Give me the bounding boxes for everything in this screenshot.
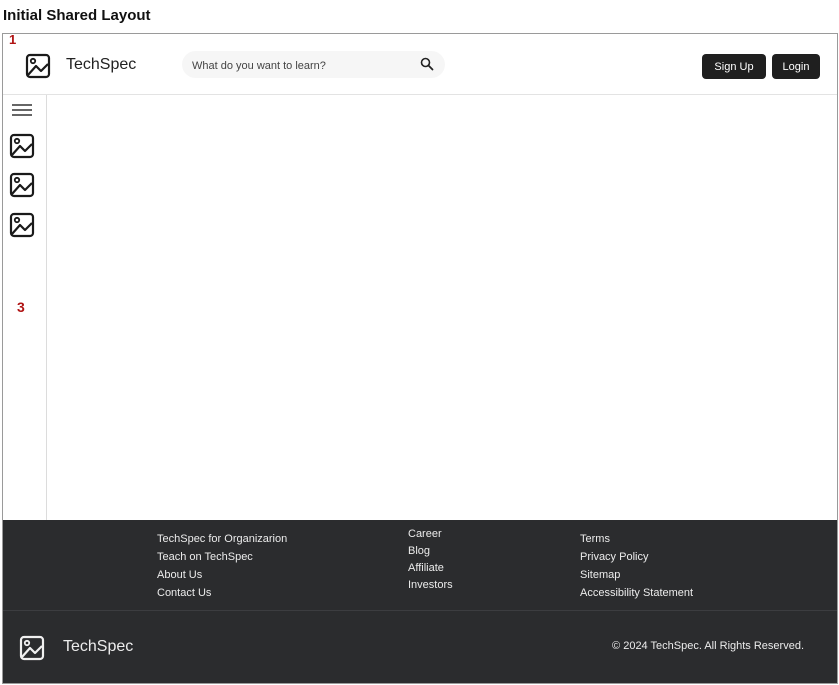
- sign-up-button[interactable]: Sign Up: [702, 54, 766, 79]
- footer-link[interactable]: Blog: [408, 543, 453, 560]
- footer-link[interactable]: Contact Us: [157, 584, 287, 602]
- footer-link[interactable]: Accessibility Statement: [580, 584, 693, 602]
- footer-links: TechSpec for Organizarion Teach on TechS…: [3, 520, 837, 610]
- login-button[interactable]: Login: [772, 54, 820, 79]
- footer-column-legal: Terms Privacy Policy Sitemap Accessibili…: [580, 530, 693, 602]
- search-bar[interactable]: [182, 51, 445, 80]
- sidebar: [3, 95, 47, 520]
- footer-link[interactable]: TechSpec for Organizarion: [157, 530, 287, 548]
- copyright-text: © 2024 TechSpec. All Rights Reserved.: [612, 640, 804, 652]
- sidebar-item-image-icon[interactable]: [9, 212, 35, 238]
- search-icon[interactable]: [420, 57, 434, 71]
- search-input[interactable]: [190, 51, 414, 80]
- page-title: Initial Shared Layout: [3, 7, 151, 24]
- footer-link[interactable]: Privacy Policy: [580, 548, 693, 566]
- footer-column-info: Career Blog Affiliate Investors: [408, 526, 453, 594]
- footer-link[interactable]: Investors: [408, 577, 453, 594]
- footer-link[interactable]: Teach on TechSpec: [157, 548, 287, 566]
- hamburger-menu-icon[interactable]: [11, 103, 33, 117]
- footer-column-company: TechSpec for Organizarion Teach on TechS…: [157, 530, 287, 602]
- sidebar-item-image-icon[interactable]: [9, 172, 35, 198]
- main-content: [47, 95, 837, 520]
- footer-link[interactable]: Sitemap: [580, 566, 693, 584]
- footer-link[interactable]: Terms: [580, 530, 693, 548]
- footer-link[interactable]: About Us: [157, 566, 287, 584]
- footer-link[interactable]: Career: [408, 526, 453, 543]
- sidebar-item-image-icon[interactable]: [9, 133, 35, 159]
- layout-frame: TechSpec Sign Up Login: [2, 33, 838, 684]
- footer-link[interactable]: Affiliate: [408, 560, 453, 577]
- footer-brand-name[interactable]: TechSpec: [63, 638, 133, 656]
- image-placeholder-icon[interactable]: [25, 53, 51, 79]
- brand-name[interactable]: TechSpec: [66, 56, 136, 74]
- header: TechSpec Sign Up Login: [3, 34, 837, 95]
- annotation-marker-3: 3: [17, 299, 25, 315]
- image-placeholder-icon[interactable]: [19, 635, 45, 661]
- footer-bottom: TechSpec © 2024 TechSpec. All Rights Res…: [3, 611, 837, 683]
